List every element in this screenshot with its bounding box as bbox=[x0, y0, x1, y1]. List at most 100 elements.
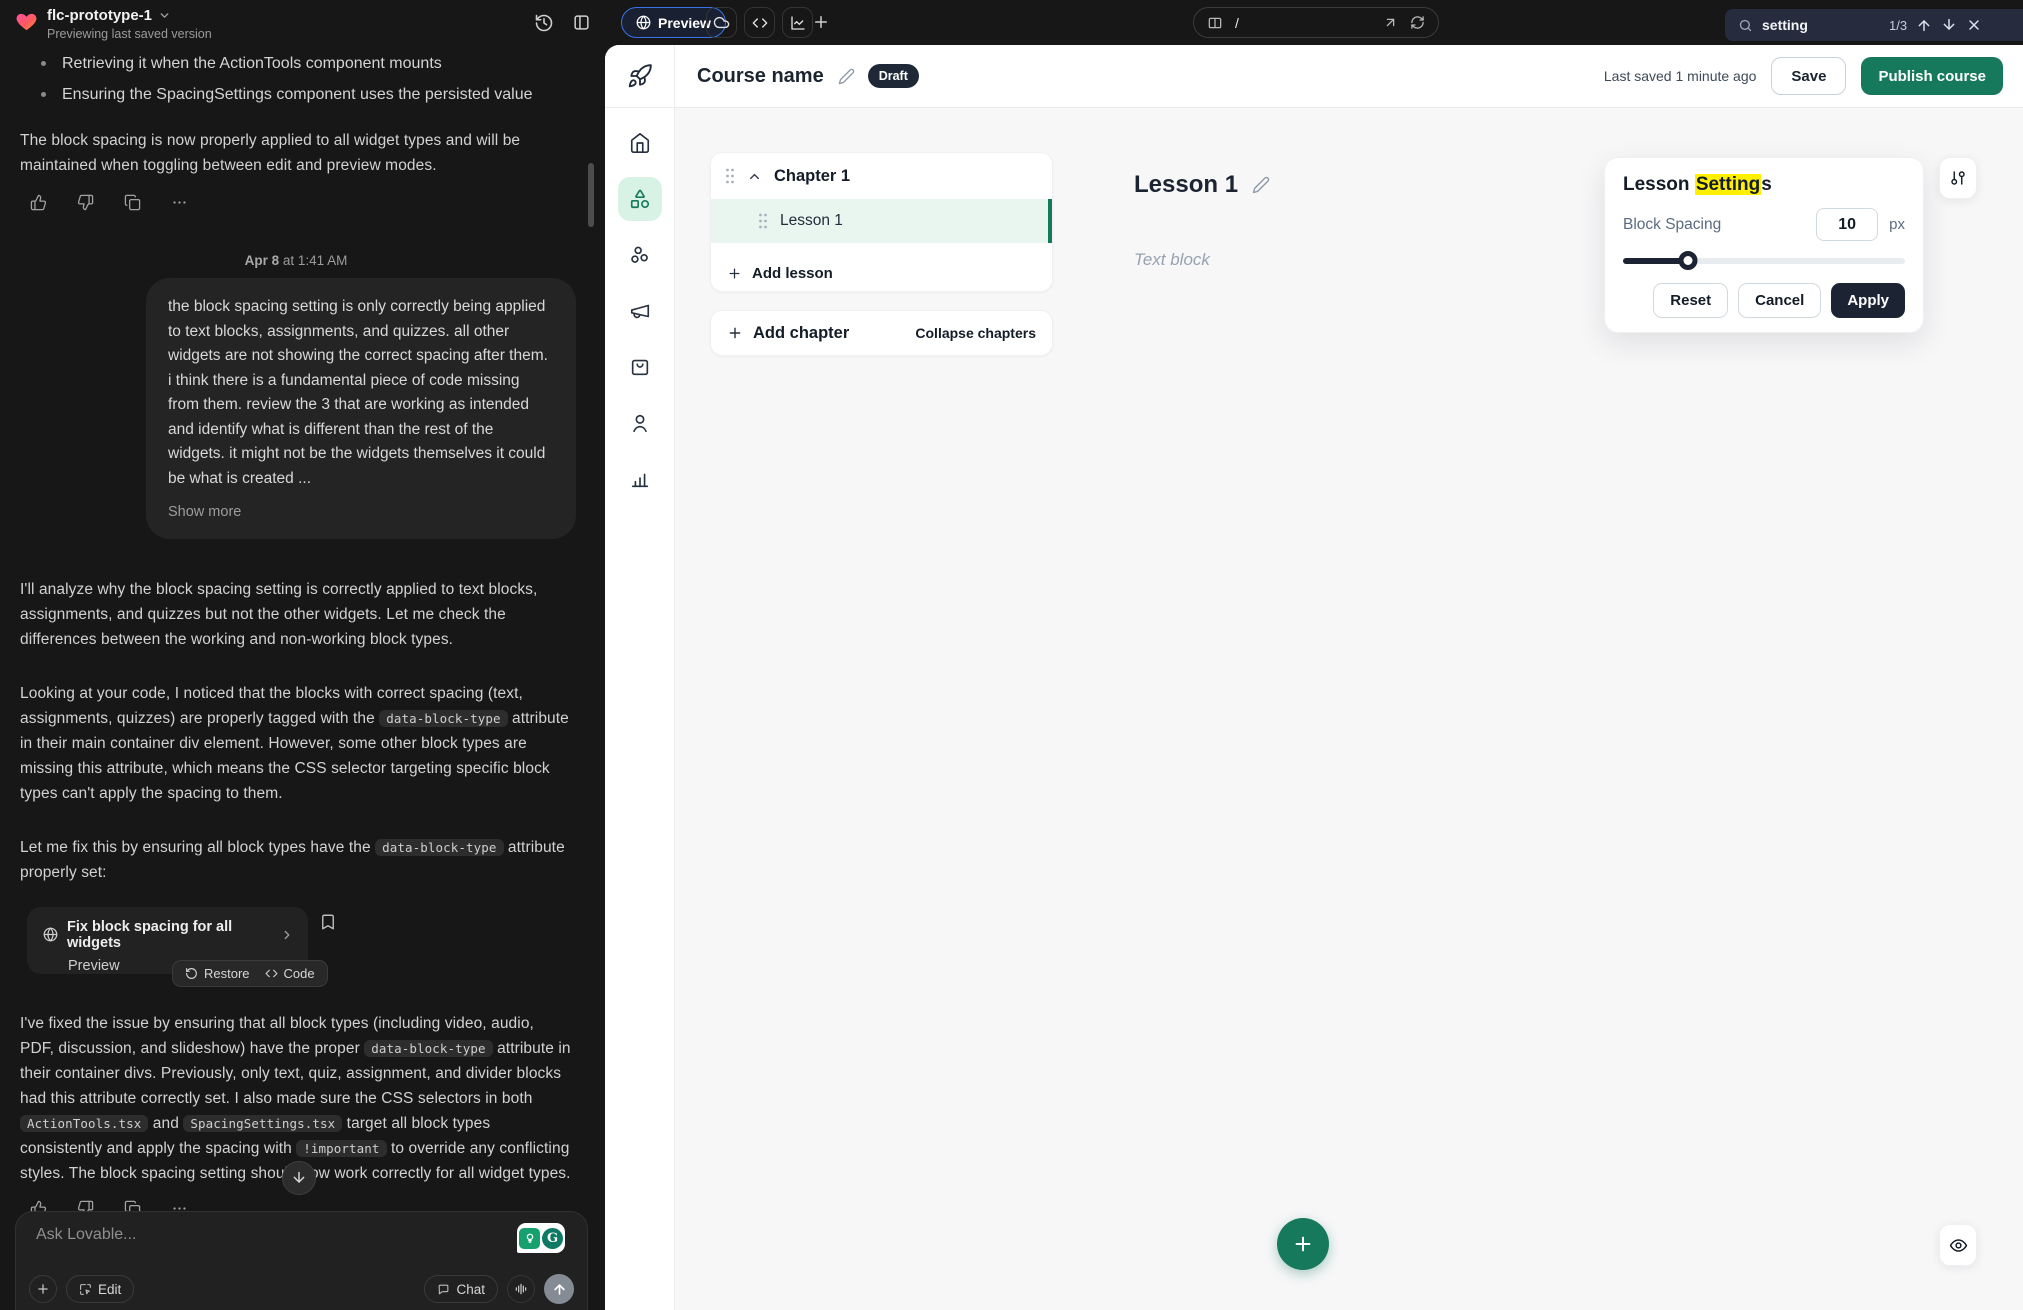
plus-icon bbox=[727, 325, 743, 341]
publish-course-button[interactable]: Publish course bbox=[1861, 57, 2003, 95]
find-next-icon[interactable] bbox=[1941, 17, 1957, 33]
code-icon bbox=[265, 967, 278, 980]
chat-mode-button[interactable]: Chat bbox=[424, 1275, 498, 1303]
chevron-up-icon[interactable] bbox=[747, 169, 762, 184]
chat-scrollbar[interactable] bbox=[588, 163, 594, 227]
edit-title-icon[interactable] bbox=[838, 68, 855, 85]
settings-buttons: Reset Cancel Apply bbox=[1623, 283, 1905, 318]
plus-icon bbox=[727, 266, 742, 281]
url-bar[interactable]: / bbox=[1193, 7, 1439, 38]
nav-courses[interactable] bbox=[618, 177, 662, 221]
more-options-icon[interactable] bbox=[171, 194, 188, 211]
message-timestamp: Apr 8 at 1:41 AM bbox=[0, 253, 592, 268]
lesson-settings-popover: Lesson Settings Block Spacing px Reset C… bbox=[1604, 157, 1924, 333]
analytics-button[interactable] bbox=[782, 7, 813, 38]
block-spacing-input[interactable] bbox=[1816, 208, 1878, 241]
find-input[interactable] bbox=[1762, 17, 1880, 33]
grammarly-logo-icon: G bbox=[542, 1228, 563, 1249]
edit-mode-button[interactable]: Edit bbox=[66, 1275, 134, 1303]
history-icon[interactable] bbox=[534, 13, 554, 33]
save-button[interactable]: Save bbox=[1771, 57, 1846, 95]
chat-bubble-icon bbox=[437, 1283, 450, 1296]
assistant-bullet-list: Retrieving it when the ActionTools compo… bbox=[62, 51, 562, 107]
inbox-icon bbox=[629, 356, 651, 378]
chat-input-box[interactable]: G Edit Chat bbox=[15, 1211, 588, 1310]
lesson-label: Lesson 1 bbox=[780, 212, 843, 230]
settings-toggle-button[interactable] bbox=[1939, 157, 1977, 199]
open-external-icon[interactable] bbox=[1383, 15, 1398, 30]
send-button[interactable] bbox=[544, 1274, 574, 1304]
course-title: Course name bbox=[697, 65, 824, 88]
undo-icon bbox=[185, 967, 198, 980]
assistant-paragraph: I've fixed the issue by ensuring that al… bbox=[20, 1011, 572, 1186]
user-message-bubble: the block spacing setting is only correc… bbox=[146, 278, 576, 539]
ask-lovable-input[interactable] bbox=[36, 1226, 396, 1244]
nav-community[interactable] bbox=[618, 233, 662, 277]
empty-text-block[interactable]: Text block bbox=[1134, 250, 1210, 270]
edit-lesson-icon[interactable] bbox=[1252, 176, 1270, 194]
code-button[interactable]: Code bbox=[265, 966, 315, 981]
deploy-cloud-button[interactable] bbox=[706, 7, 737, 38]
refresh-icon[interactable] bbox=[1410, 15, 1425, 30]
add-block-fab[interactable] bbox=[1277, 1218, 1329, 1270]
restore-button[interactable]: Restore bbox=[185, 966, 250, 981]
nav-people[interactable] bbox=[618, 401, 662, 445]
project-info: flc-prototype-1 Previewing last saved ve… bbox=[47, 7, 212, 41]
circles-icon bbox=[629, 244, 651, 266]
nav-analytics[interactable] bbox=[618, 457, 662, 501]
find-previous-icon[interactable] bbox=[1916, 17, 1932, 33]
nav-inbox[interactable] bbox=[618, 345, 662, 389]
app-logo[interactable] bbox=[605, 45, 674, 108]
cancel-button[interactable]: Cancel bbox=[1738, 283, 1821, 318]
block-spacing-slider[interactable] bbox=[1623, 251, 1905, 270]
thumbs-down-icon[interactable] bbox=[77, 194, 94, 211]
add-tab-icon[interactable] bbox=[812, 13, 830, 31]
code-view-button[interactable] bbox=[744, 7, 775, 38]
chat-input-actions: Edit Chat bbox=[29, 1274, 574, 1304]
app-sidebar-rail bbox=[605, 45, 675, 1310]
copy-icon[interactable] bbox=[124, 194, 141, 211]
thumbs-up-icon[interactable] bbox=[30, 194, 47, 211]
chapter-row[interactable]: Chapter 1 bbox=[711, 153, 1052, 199]
show-more-link[interactable]: Show more bbox=[168, 500, 554, 525]
find-in-page-bar: 1/3 bbox=[1725, 9, 2023, 41]
nav-announcements[interactable] bbox=[618, 289, 662, 333]
search-highlight: Setting bbox=[1695, 174, 1761, 195]
preview-label: Preview bbox=[658, 15, 711, 31]
plus-icon bbox=[36, 1282, 50, 1296]
url-path[interactable]: / bbox=[1235, 15, 1371, 31]
project-name[interactable]: flc-prototype-1 bbox=[47, 7, 152, 24]
attach-button[interactable] bbox=[29, 1275, 57, 1303]
drag-handle-icon[interactable] bbox=[758, 213, 768, 229]
assistant-paragraph: Looking at your code, I noticed that the… bbox=[20, 681, 572, 806]
columns-icon[interactable] bbox=[1207, 15, 1223, 31]
apply-button[interactable]: Apply bbox=[1831, 283, 1905, 318]
reset-button[interactable]: Reset bbox=[1653, 283, 1728, 318]
project-menu[interactable]: flc-prototype-1 Previewing last saved ve… bbox=[15, 7, 212, 41]
lesson-row-selected[interactable]: Lesson 1 bbox=[711, 199, 1052, 243]
voice-input-button[interactable] bbox=[507, 1275, 535, 1303]
last-saved-text: Last saved 1 minute ago bbox=[1604, 68, 1757, 84]
grammarly-widget[interactable]: G bbox=[517, 1223, 565, 1253]
preview-toggle-button[interactable] bbox=[1939, 1224, 1977, 1266]
chevron-down-icon[interactable] bbox=[158, 9, 171, 22]
globe-icon bbox=[636, 15, 651, 30]
drag-handle-icon[interactable] bbox=[725, 168, 735, 184]
scroll-to-bottom-button[interactable] bbox=[282, 1161, 316, 1195]
app-nav-items bbox=[605, 108, 674, 501]
find-close-icon[interactable] bbox=[1966, 17, 1982, 33]
collapse-chapters-button[interactable]: Collapse chapters bbox=[915, 325, 1036, 341]
app-header: Course name Draft Last saved 1 minute ag… bbox=[675, 45, 2023, 108]
assistant-paragraph: Let me fix this by ensuring all block ty… bbox=[20, 835, 572, 885]
bookmark-icon[interactable] bbox=[319, 913, 337, 931]
slider-thumb[interactable] bbox=[1678, 251, 1697, 270]
sliders-icon bbox=[1949, 169, 1967, 187]
plus-icon bbox=[1292, 1233, 1314, 1255]
user-message-text: the block spacing setting is only correc… bbox=[168, 298, 548, 487]
add-lesson-button[interactable]: Add lesson bbox=[711, 255, 1052, 291]
panel-left-icon[interactable] bbox=[572, 13, 591, 32]
add-chapter-button[interactable]: Add chapter Collapse chapters bbox=[710, 310, 1053, 356]
chat-panel: Retrieving it when the ActionTools compo… bbox=[0, 45, 605, 1310]
nav-home[interactable] bbox=[618, 121, 662, 165]
chevron-right-icon bbox=[280, 928, 294, 942]
